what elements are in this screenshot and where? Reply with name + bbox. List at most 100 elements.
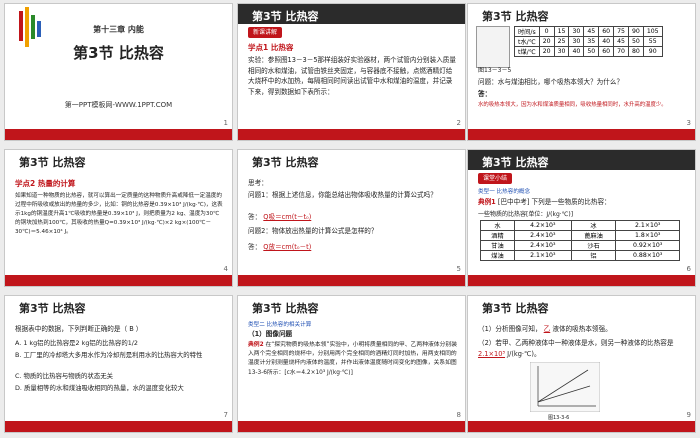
question-2: 问题2：物体放出热量的计算公式是怎样的？: [248, 227, 378, 235]
red-footer-bar: [468, 275, 695, 286]
table-cell: 冰: [570, 220, 617, 231]
red-footer-bar: [5, 421, 232, 432]
slide-thumbnail-7[interactable]: 第3节 比热容 根据表中的数据，下列判断正确的是（ B ） A. 1 kg铝的比…: [4, 295, 233, 433]
think-label: 思考：: [248, 179, 268, 187]
answer-1-formula: Q吸＝cm(t－t₀): [263, 213, 312, 221]
table-cell: 105: [642, 26, 663, 37]
table-cell: 80: [627, 46, 644, 57]
table-cell: 70: [613, 46, 629, 57]
table-cell: 55: [642, 36, 663, 47]
red-footer-bar: [238, 275, 465, 286]
question-2: （2）若甲、乙两种液体中一种液体是水，则另一种液体的比热容是: [478, 339, 674, 347]
temperature-graph-icon: [530, 362, 600, 412]
slide-header: 第3节 比热容: [238, 4, 465, 24]
table-cell: 60: [598, 26, 615, 37]
red-footer-bar: [5, 275, 232, 286]
table-cell: 时间/s: [514, 26, 540, 37]
table-row: 甘油 2.4×10³ 沙石 0.92×10³: [480, 240, 680, 251]
slide-title: 第3节 比热容: [73, 44, 164, 62]
table-cell: 蓖麻油: [570, 230, 617, 241]
table-cell: 0.88×10³: [615, 250, 680, 261]
slide-number: 3: [686, 119, 691, 127]
red-footer-bar: [468, 129, 695, 140]
specific-heat-table: 水 4.2×10³ 冰 2.1×10³ 酒精 2.4×10³ 蓖麻油 1.8×10³ 甘油 2.4…: [480, 220, 680, 261]
slide-header-title: 第3节 比热容: [482, 302, 549, 315]
table-cell: 45: [613, 36, 629, 47]
table-cell: 40: [598, 36, 615, 47]
slide-header-title: 第3节 比热容: [252, 156, 319, 169]
table-cell: 水: [480, 220, 515, 231]
table-cell: 50: [583, 46, 600, 57]
table-cell: 35: [583, 36, 600, 47]
table-cell: 60: [598, 46, 615, 57]
body-text: 如果知道一种物质的比热容，就可以算出一定质量的这种物质升高或降低一定温度的过程中…: [15, 193, 223, 235]
option-d: D. 质量相等的水和煤油吸收相同的热量，水的温度变化较大: [15, 384, 184, 392]
option-a: A. 1 kg铝的比热容是2 kg铝的比热容的1/2: [15, 339, 139, 347]
option-c: C. 物质的比热容与物质的状态无关: [15, 372, 113, 380]
question-1: （1）分析图像可知，: [478, 325, 542, 333]
slide-header-title: 第3节 比热容: [252, 10, 319, 23]
slide-number: 9: [686, 411, 691, 419]
table-cell: 4.2×10³: [513, 220, 572, 231]
red-footer-bar: [468, 421, 695, 432]
table-row: 时间/s 0 15 30 45 60 75 90 105: [514, 26, 663, 37]
table-cell: 20: [538, 46, 555, 57]
slide-header-title: 第3节 比热容: [482, 10, 549, 23]
table-cell: t水/℃: [514, 36, 540, 47]
table-cell: 15: [553, 26, 570, 37]
table-cell: 45: [583, 26, 600, 37]
table-cell: 30: [568, 26, 585, 37]
slide-header: 第3节 比热容: [468, 296, 695, 316]
figure-label: 图13－3－5: [478, 67, 512, 74]
question-2-tail: J/(kg·℃)。: [507, 349, 541, 358]
slide-number: 7: [223, 411, 228, 419]
red-footer-bar: [238, 421, 465, 432]
table-cell: 2.4×10³: [513, 240, 572, 251]
slide-thumbnail-5[interactable]: 第3节 比热容 思考： 问题1：根据上述信息，你能总结出物体吸收热量的计算公式吗…: [237, 149, 466, 287]
example-label: 典例1: [478, 198, 496, 206]
table-cell: 75: [613, 26, 629, 37]
table-cell: 沙石: [570, 240, 617, 251]
table-cell: 25: [553, 36, 570, 47]
table-cell: 0.92×10³: [615, 240, 680, 251]
option-b: B. 工厂里的冷却塔大多用水作为冷却剂是利用水的比热容大的特性: [15, 351, 203, 359]
slide-number: 6: [686, 265, 691, 273]
slide-header: 第3节 比热容: [238, 150, 465, 170]
slide-thumbnail-2[interactable]: 第3节 比热容 新课讲解 学点1 比热容 实验：参照图13－3－5那样组装好实验…: [237, 3, 466, 141]
slide-thumbnail-6[interactable]: 第3节 比热容 课堂小结 类型一 比热容的概念 典例1 [巴中中考] 下列是一些…: [467, 149, 696, 287]
slide-header: 第3节 比热容: [468, 150, 695, 170]
table-cell: 30: [553, 46, 570, 57]
body-text: 实验：参照图13－3－5那样组装好实验器材，两个试管内分别装入质量相同的水和煤油…: [248, 56, 456, 96]
slide-thumbnail-9[interactable]: 第3节 比热容 （1）分析图像可知， 乙 液体的吸热本领强。 （2）若甲、乙两种…: [467, 295, 696, 433]
table-row: 酒精 2.4×10³ 蓖麻油 1.8×10³: [480, 230, 680, 241]
table-row: t煤/℃ 20 30 40 50 60 70 80 90: [514, 46, 663, 57]
table-row: t水/℃ 20 25 30 35 40 45 50 55: [514, 36, 663, 47]
table-cell: 1.8×10³: [615, 230, 680, 241]
table-cell: 甘油: [480, 240, 515, 251]
slide-number: 2: [456, 119, 461, 127]
answer-1: 乙: [543, 325, 551, 333]
slide-header-title: 第3节 比热容: [19, 156, 86, 169]
slide-thumbnail-8[interactable]: 第3节 比热容 类型二 比热容的相关计算 （1）图像问题 典例2 在“探究物质的…: [237, 295, 466, 433]
table-cell: 50: [627, 36, 644, 47]
example-text: 在“探究物质的吸热本领”实验中，小明将质量相同的甲、乙两种液体分别装入两个完全相…: [248, 342, 457, 376]
slide-header-title: 第3节 比热容: [19, 302, 86, 315]
slide-number: 1: [223, 119, 228, 127]
question-1: 问题1：根据上述信息，你能总结出物体吸收热量的计算公式吗？: [248, 191, 437, 199]
slide-number: 5: [456, 265, 461, 273]
answer-1-label: 答：: [248, 213, 262, 221]
slide-header: 第3节 比热容: [5, 296, 232, 316]
answer-text: 水的吸热本领大，因为水和煤油质量相同，吸收热量相同时，水升高的温度少。: [478, 102, 667, 108]
slide-header-title: 第3节 比热容: [482, 156, 549, 169]
slide-number: 4: [223, 265, 228, 273]
slide-thumbnail-1[interactable]: 第十三章 内能 第3节 比热容 第一PPT模板网-WWW.1PPT.COM 1: [4, 3, 233, 141]
table-caption: 一些物质的比热容[单位：J/(kg·℃)]: [478, 211, 574, 218]
slide-header: 第3节 比热容: [468, 4, 695, 24]
table-cell: t煤/℃: [514, 46, 540, 57]
tag-label: 课堂小结: [478, 173, 513, 184]
slide-header-title: 第3节 比热容: [252, 302, 319, 315]
table-cell: 90: [627, 26, 644, 37]
chapter-label: 第十三章 内能: [93, 25, 144, 34]
slide-thumbnail-3[interactable]: 第3节 比热容 时间/s 0 15 30 45 60 75 90 105 t水/℃ 20 25 30 35…: [467, 3, 696, 141]
slide-thumbnail-4[interactable]: 第3节 比热容 学点2 热量的计算 如果知道一种物质的比热容，就可以算出一定质量…: [4, 149, 233, 287]
